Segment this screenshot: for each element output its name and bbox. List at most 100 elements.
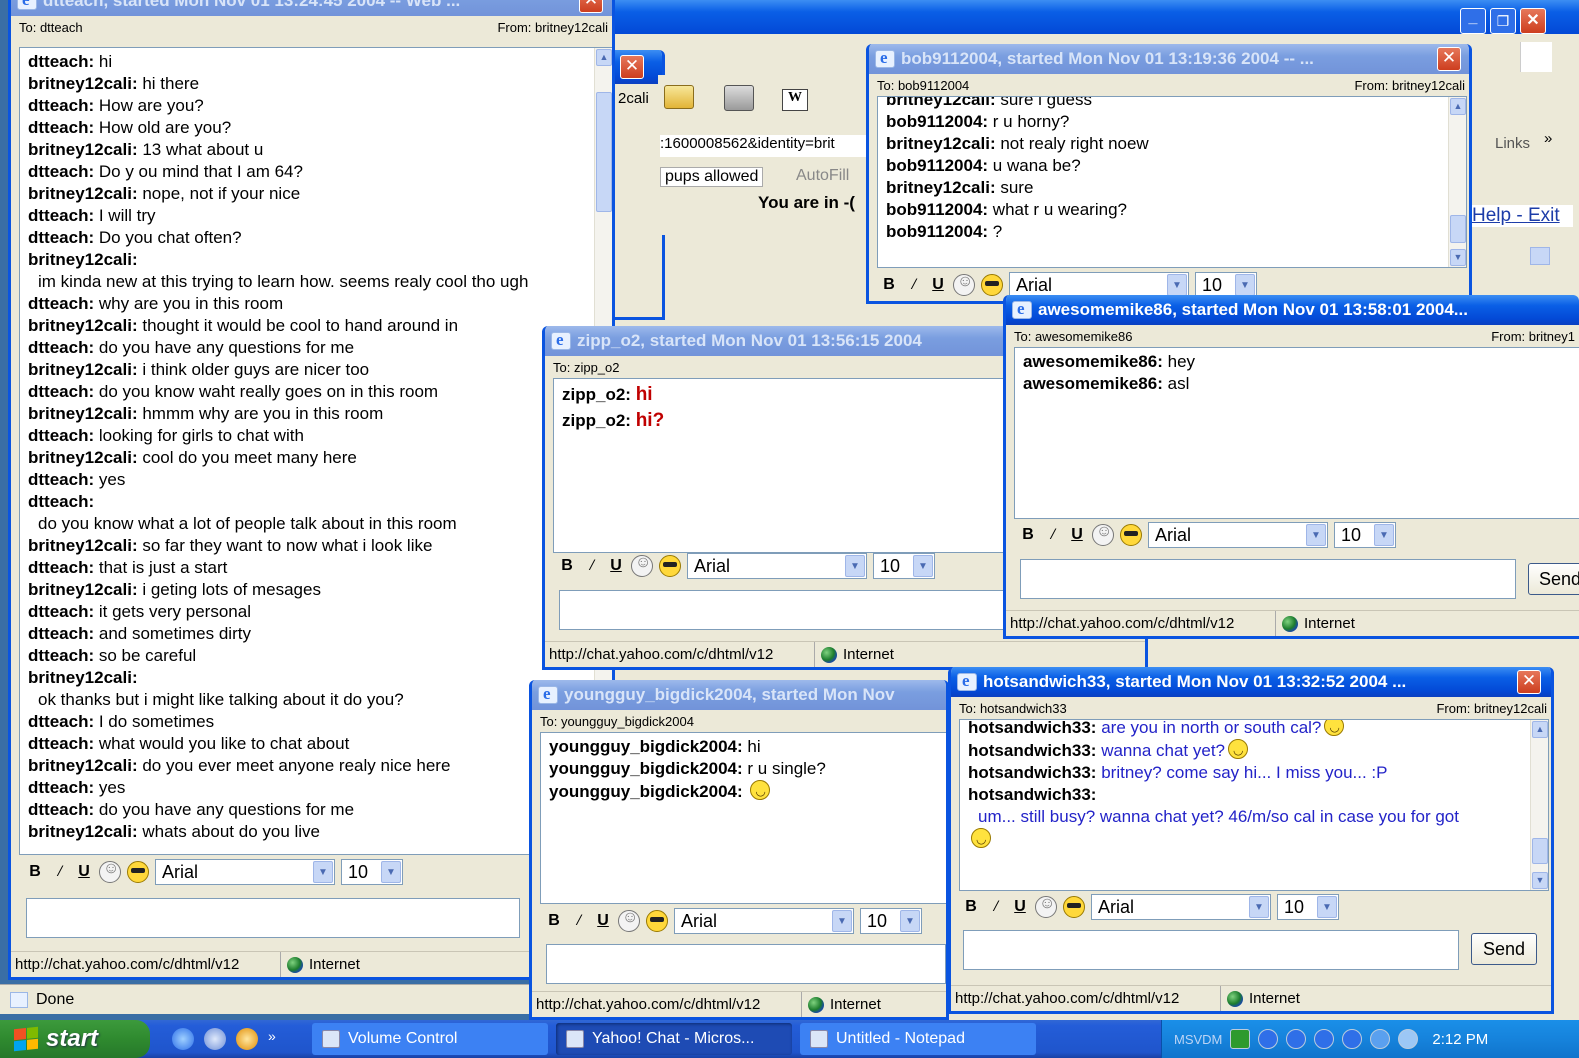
italic-button[interactable]: / (583, 557, 601, 575)
task-notepad[interactable]: Untitled - Notepad (800, 1023, 1036, 1055)
underline-button[interactable]: U (594, 912, 612, 930)
size-select[interactable]: 10 ▼ (341, 859, 403, 885)
desktop-4-icon[interactable] (1342, 1029, 1363, 1049)
collapse-icon[interactable] (1530, 247, 1550, 265)
scroll-down-icon[interactable]: ▼ (1450, 249, 1466, 266)
tray-label[interactable]: MSVDM (1174, 1032, 1222, 1047)
desktop-3-icon[interactable] (1314, 1029, 1335, 1049)
titlebar-awesomemike[interactable]: awesomemike86, started Mon Nov 01 13:58:… (1006, 295, 1579, 325)
font-select[interactable]: Arial ▼ (155, 859, 335, 885)
size-select[interactable]: 10 ▼ (873, 553, 935, 579)
underline-button[interactable]: U (607, 557, 625, 575)
emoticon-icon[interactable] (618, 909, 640, 932)
emoticon-icon[interactable] (1035, 895, 1057, 918)
emoticon-icon[interactable] (99, 860, 121, 883)
italic-button[interactable]: / (570, 912, 588, 930)
desktop-1-icon[interactable] (1258, 1029, 1279, 1049)
cool-smiley-icon[interactable] (646, 910, 668, 932)
desktop-2-icon[interactable] (1286, 1029, 1307, 1049)
size-select[interactable]: 10 ▼ (1277, 894, 1339, 920)
bold-button[interactable]: B (25, 863, 45, 881)
underline-button[interactable]: U (75, 863, 93, 881)
network-icon[interactable] (1230, 1029, 1251, 1049)
print-icon[interactable] (724, 85, 754, 111)
emoticon-icon[interactable] (1092, 523, 1114, 546)
message-input[interactable] (26, 898, 520, 938)
task-volume-control[interactable]: Volume Control (312, 1023, 548, 1055)
message-input[interactable] (546, 944, 946, 984)
volume-tray-icon[interactable] (1398, 1029, 1419, 1049)
scroll-up-icon[interactable]: ▲ (1450, 98, 1466, 115)
scroll-thumb[interactable] (1450, 215, 1466, 243)
font-select[interactable]: Arial ▼ (674, 908, 854, 934)
underline-button[interactable]: U (1011, 898, 1029, 916)
size-select[interactable]: 10 ▼ (860, 908, 922, 934)
emoticon-icon[interactable] (631, 554, 653, 577)
media-player-icon[interactable] (236, 1028, 258, 1050)
address-fragment[interactable]: :1600008562&identity=brit (660, 135, 870, 157)
close-icon[interactable]: ✕ (1520, 8, 1546, 34)
message-scrollbar[interactable]: ▲ ▼ (1530, 720, 1548, 890)
message-input[interactable] (1020, 559, 1516, 599)
scroll-up-icon[interactable]: ▲ (1532, 721, 1548, 738)
start-button[interactable]: start (0, 1020, 150, 1058)
desktop-quicklaunch-icon[interactable] (204, 1028, 226, 1050)
font-select[interactable]: Arial ▼ (1091, 894, 1271, 920)
cool-smiley-icon[interactable] (1063, 896, 1085, 918)
help-link[interactable]: Help (1472, 205, 1511, 226)
italic-button[interactable]: / (1044, 526, 1062, 544)
send-button[interactable]: Send (1528, 563, 1579, 595)
task-yahoo-chat[interactable]: Yahoo! Chat - Micros... (556, 1023, 792, 1055)
cool-smiley-icon[interactable] (981, 274, 1003, 296)
message-input[interactable] (963, 930, 1459, 970)
font-select[interactable]: Arial ▼ (1148, 522, 1328, 548)
scroll-thumb[interactable] (596, 92, 612, 212)
close-icon[interactable]: ✕ (620, 55, 644, 79)
autofill-button[interactable]: AutoFill (770, 167, 849, 185)
minimize-button[interactable]: _ (1460, 8, 1486, 34)
message-log[interactable]: dtteach: hi britney12cali: hi there dtteac… (19, 47, 612, 855)
font-select[interactable]: Arial ▼ (687, 553, 867, 579)
scroll-up-icon[interactable]: ▲ (596, 49, 612, 66)
scroll-thumb[interactable] (1532, 838, 1548, 864)
browser-titlebar[interactable] (570, 0, 1579, 34)
bold-button[interactable]: B (1018, 526, 1038, 544)
italic-button[interactable]: / (51, 863, 69, 881)
titlebar-youngguy[interactable]: youngguy_bigdick2004, started Mon Nov (532, 680, 946, 710)
message-log[interactable]: awesomemike86: hey awesomemike86: asl (1014, 347, 1579, 519)
close-icon[interactable]: ✕ (1517, 670, 1541, 694)
titlebar-dtteach[interactable]: dtteach, started Mon Nov 01 13:24:45 200… (11, 0, 612, 16)
size-select[interactable]: 10 ▼ (1334, 522, 1396, 548)
bold-button[interactable]: B (544, 912, 564, 930)
titlebar-bob[interactable]: bob9112004, started Mon Nov 01 13:19:36 … (869, 44, 1469, 74)
links-label[interactable]: Links (1495, 135, 1530, 152)
cool-smiley-icon[interactable] (659, 555, 681, 577)
bold-button[interactable]: B (879, 276, 899, 294)
ie-quicklaunch-icon[interactable] (172, 1028, 194, 1050)
word-icon[interactable]: W (782, 89, 808, 111)
close-icon[interactable]: ✕ (579, 0, 603, 13)
underline-button[interactable]: U (929, 276, 947, 294)
cool-smiley-icon[interactable] (127, 861, 149, 883)
chevron-left-icon[interactable] (1370, 1029, 1391, 1049)
message-log[interactable]: hotsandwich33: are you in north or south… (959, 719, 1549, 891)
bold-button[interactable]: B (961, 898, 981, 916)
bold-button[interactable]: B (557, 557, 577, 575)
exit-link[interactable]: Exit (1528, 205, 1560, 226)
chevron-right-icon[interactable]: » (268, 1028, 290, 1050)
italic-button[interactable]: / (905, 276, 923, 294)
scroll-down-icon[interactable]: ▼ (1532, 872, 1548, 889)
message-log[interactable]: youngguy_bigdick2004: hi youngguy_bigdick… (540, 732, 946, 904)
chevron-right-icon[interactable]: » (1544, 130, 1552, 147)
cool-smiley-icon[interactable] (1120, 524, 1142, 546)
message-scrollbar[interactable]: ▲ ▼ (1448, 97, 1466, 267)
restore-button[interactable]: ❐ (1490, 8, 1516, 34)
mail-icon[interactable] (664, 85, 694, 109)
emoticon-icon[interactable] (953, 273, 975, 296)
underline-button[interactable]: U (1068, 526, 1086, 544)
send-button[interactable]: Send (1471, 933, 1537, 965)
italic-button[interactable]: / (987, 898, 1005, 916)
close-icon[interactable]: ✕ (1437, 47, 1461, 71)
titlebar-hotsandwich[interactable]: hotsandwich33, started Mon Nov 01 13:32:… (951, 667, 1551, 697)
popups-allowed-label[interactable]: pups allowed (660, 167, 764, 187)
